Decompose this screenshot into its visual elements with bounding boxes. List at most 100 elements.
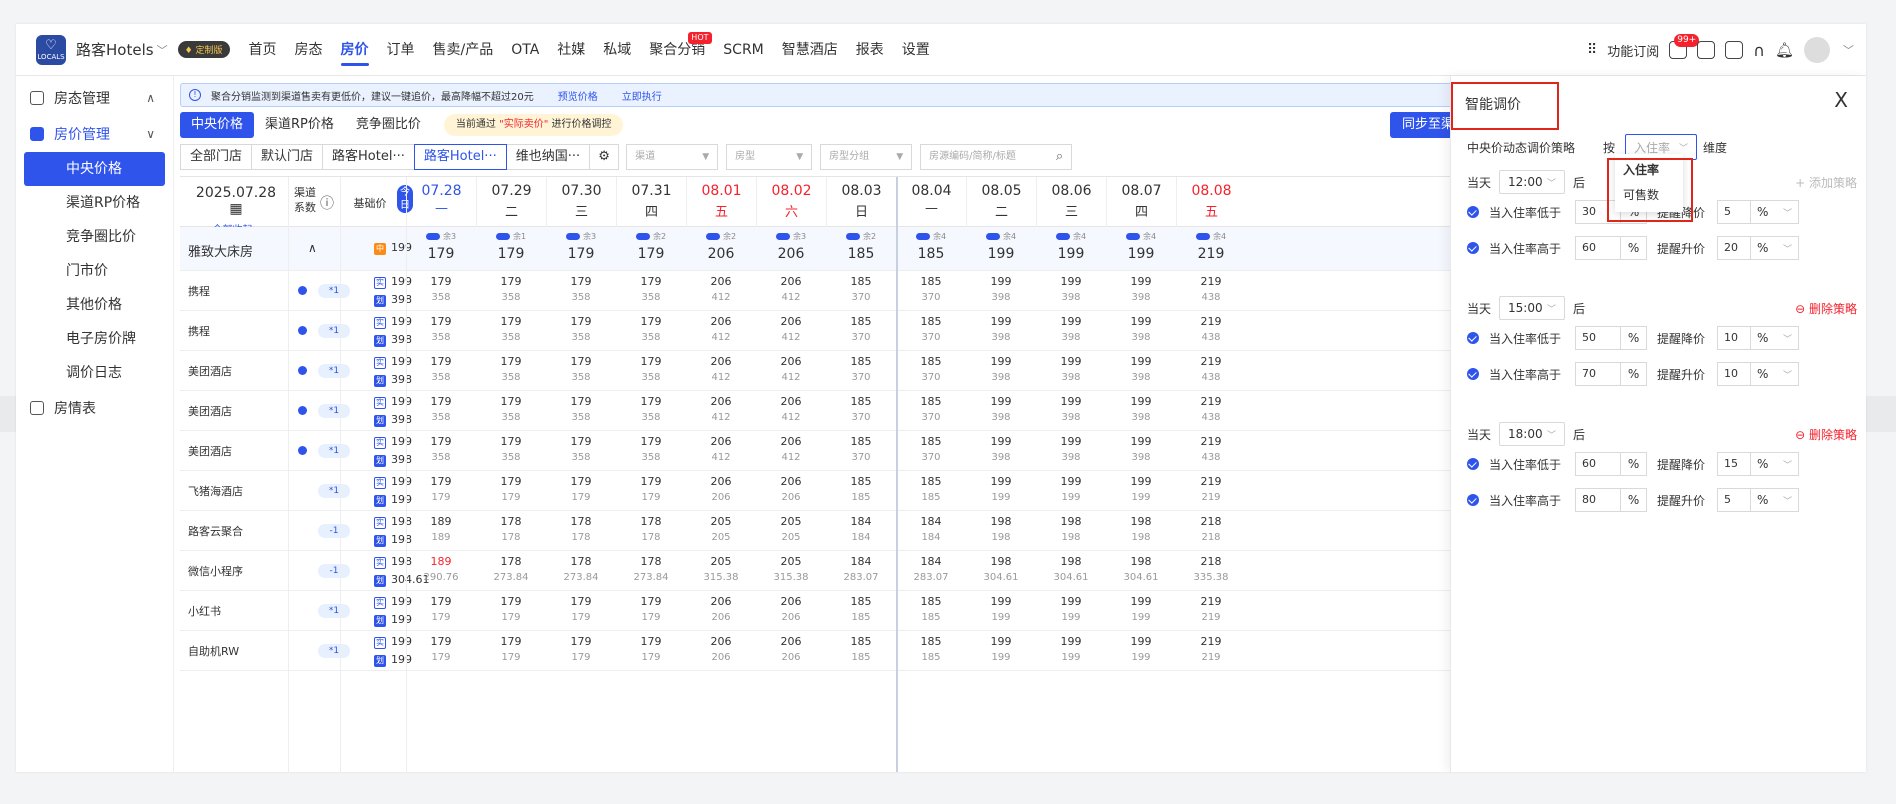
chevron-up-icon[interactable]: ∧ bbox=[308, 241, 317, 255]
toggle-switch[interactable] bbox=[705, 233, 720, 240]
price-cell[interactable]: 199 199 bbox=[1036, 475, 1106, 503]
price-cell[interactable]: 206 412 bbox=[686, 315, 756, 343]
sidebar-item[interactable]: 竞争圈比价 bbox=[16, 220, 173, 254]
toggle-switch[interactable] bbox=[1195, 233, 1210, 240]
gear-icon[interactable]: ⚙ bbox=[589, 144, 620, 170]
price-cell[interactable]: 199 398 bbox=[1106, 355, 1176, 383]
brand-name[interactable]: 路客Hotels bbox=[76, 39, 154, 60]
price-cell[interactable]: 179 179 bbox=[406, 475, 476, 503]
chevron-down-icon[interactable]: ﹀ bbox=[157, 42, 168, 58]
date-column-header[interactable]: 08.04 — bbox=[896, 177, 966, 227]
price-cell[interactable]: 179 358 bbox=[476, 275, 546, 303]
price-cell[interactable]: 185 185 bbox=[826, 635, 896, 663]
date-column-header[interactable]: 今日 07.28 — bbox=[397, 177, 476, 227]
price-cell[interactable]: 185 370 bbox=[896, 275, 966, 303]
price-cell[interactable]: 219 438 bbox=[1176, 315, 1246, 343]
unit-select[interactable]: % ﹀ bbox=[1751, 488, 1800, 512]
store-filter-option[interactable]: 全部门店 bbox=[180, 144, 253, 170]
price-cell[interactable]: 185 185 bbox=[826, 475, 896, 503]
price-cell[interactable]: 185 370 bbox=[896, 315, 966, 343]
price-cell[interactable]: 185 370 bbox=[826, 395, 896, 423]
price-cell[interactable]: 206 412 bbox=[686, 355, 756, 383]
adjust-input[interactable]: 20 bbox=[1717, 236, 1752, 260]
toggle-switch[interactable] bbox=[425, 233, 440, 240]
bell-icon[interactable]: 🔔︎ bbox=[1775, 41, 1794, 59]
headset-icon[interactable]: ∩ bbox=[1753, 41, 1765, 60]
price-cell[interactable]: 179 358 bbox=[476, 395, 546, 423]
room-price-cell[interactable]: 余3 179 bbox=[406, 229, 476, 262]
price-cell[interactable]: 199 398 bbox=[1106, 315, 1176, 343]
price-cell[interactable]: 185 370 bbox=[826, 435, 896, 463]
price-cell[interactable]: 198 304.61 bbox=[966, 555, 1036, 583]
checkbox-checked[interactable] bbox=[1467, 206, 1479, 218]
price-cell[interactable]: 199 199 bbox=[966, 635, 1036, 663]
add-strategy-button[interactable]: + 添加策略 bbox=[1795, 174, 1857, 191]
room-price-cell[interactable]: 余3 206 bbox=[756, 229, 826, 262]
price-cell[interactable]: 206 412 bbox=[756, 315, 826, 343]
price-cell[interactable]: 184 184 bbox=[826, 515, 896, 543]
toggle-switch[interactable] bbox=[775, 233, 790, 240]
price-cell[interactable]: 179 179 bbox=[476, 475, 546, 503]
time-select[interactable]: 18:00 ﹀ bbox=[1499, 422, 1566, 446]
unit-select[interactable]: % ﹀ bbox=[1751, 362, 1800, 386]
date-column-header[interactable]: 08.07 四 bbox=[1106, 177, 1176, 227]
time-select[interactable]: 15:00 ﹀ bbox=[1499, 296, 1566, 320]
price-cell[interactable]: 179 358 bbox=[476, 315, 546, 343]
store-filter-option[interactable]: 路客Hotel··· bbox=[322, 144, 415, 170]
price-cell[interactable]: 199 199 bbox=[1036, 595, 1106, 623]
price-cell[interactable]: 185 370 bbox=[896, 395, 966, 423]
price-cell[interactable]: 206 206 bbox=[756, 635, 826, 663]
price-cell[interactable]: 199 398 bbox=[1106, 275, 1176, 303]
price-cell[interactable]: 199 398 bbox=[966, 315, 1036, 343]
date-column-header[interactable]: 08.05 二 bbox=[966, 177, 1036, 227]
locals-logo[interactable]: ♡ LOCALS bbox=[36, 34, 66, 65]
nav-item[interactable]: 私域 bbox=[603, 24, 631, 76]
room-group-select[interactable]: 房型分组 ▼ bbox=[820, 144, 913, 170]
calendar-icon[interactable] bbox=[1697, 41, 1716, 59]
sidebar-item[interactable]: 中央价格 bbox=[24, 152, 165, 186]
execute-now-link[interactable]: 立即执行 bbox=[622, 88, 662, 103]
toggle-switch[interactable] bbox=[845, 233, 860, 240]
price-cell[interactable]: 185 185 bbox=[896, 475, 966, 503]
price-cell[interactable]: 206 206 bbox=[756, 595, 826, 623]
price-cell[interactable]: 206 412 bbox=[756, 275, 826, 303]
toggle-switch[interactable] bbox=[915, 233, 930, 240]
price-cell[interactable]: 218 335.38 bbox=[1176, 555, 1246, 583]
price-cell[interactable]: 199 199 bbox=[1106, 635, 1176, 663]
room-price-cell[interactable]: 余4 199 bbox=[1106, 229, 1176, 262]
price-cell[interactable]: 184 283.07 bbox=[896, 555, 966, 583]
price-cell[interactable]: 199 398 bbox=[1106, 395, 1176, 423]
sidebar-group-room-status[interactable]: 房态管理 ∧ bbox=[16, 80, 173, 116]
date-column-header[interactable]: 07.29 二 bbox=[476, 177, 546, 227]
price-cell[interactable]: 179 358 bbox=[406, 395, 476, 423]
tab-central-price[interactable]: 中央价格 bbox=[180, 112, 255, 138]
channel-coefficient[interactable]: *1 bbox=[318, 644, 350, 658]
price-cell[interactable]: 185 370 bbox=[826, 275, 896, 303]
price-cell[interactable]: 179 179 bbox=[616, 635, 686, 663]
price-cell[interactable]: 179 358 bbox=[546, 275, 616, 303]
price-cell[interactable]: 206 412 bbox=[686, 395, 756, 423]
channel-coefficient[interactable]: *1 bbox=[318, 444, 350, 458]
delete-strategy-button[interactable]: ⊖ 删除策略 bbox=[1795, 426, 1857, 443]
price-cell[interactable]: 179 358 bbox=[546, 355, 616, 383]
price-cell[interactable]: 179 358 bbox=[476, 355, 546, 383]
price-cell[interactable]: 179 179 bbox=[546, 635, 616, 663]
price-cell[interactable]: 178 273.84 bbox=[546, 555, 616, 583]
price-cell[interactable]: 206 412 bbox=[756, 355, 826, 383]
price-cell[interactable]: 199 398 bbox=[1036, 395, 1106, 423]
time-select[interactable]: 12:00 ﹀ bbox=[1499, 170, 1566, 194]
date-column-header[interactable]: 07.30 三 bbox=[546, 177, 616, 227]
adjust-input[interactable]: 5 bbox=[1717, 488, 1752, 512]
sidebar-item[interactable]: 渠道RP价格 bbox=[16, 186, 173, 220]
price-cell[interactable]: 179 358 bbox=[406, 355, 476, 383]
info-icon[interactable]: ⓘ bbox=[320, 193, 334, 213]
date-column-header[interactable]: 07.31 四 bbox=[616, 177, 686, 227]
checkbox-checked[interactable] bbox=[1467, 332, 1479, 344]
price-cell[interactable]: 219 219 bbox=[1176, 475, 1246, 503]
tab-competitor-compare[interactable]: 竞争圈比价 bbox=[345, 112, 432, 138]
sidebar-group-price-management[interactable]: 房价管理 ∨ bbox=[16, 116, 173, 152]
nav-item[interactable]: 订单 bbox=[387, 24, 415, 76]
date-column-header[interactable]: 08.03 日 bbox=[826, 177, 896, 227]
nav-item[interactable]: 房价 bbox=[340, 24, 369, 76]
price-cell[interactable]: 179 179 bbox=[476, 635, 546, 663]
